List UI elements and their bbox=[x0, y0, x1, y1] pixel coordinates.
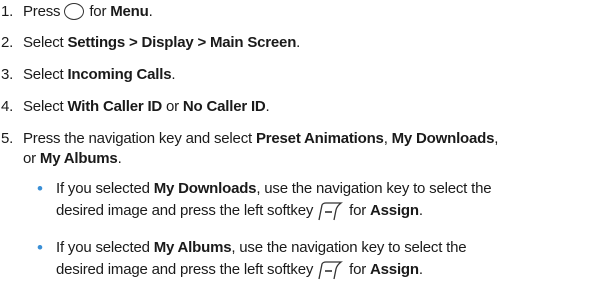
step-number: 1. bbox=[1, 3, 14, 20]
assign-label: Assign bbox=[370, 202, 419, 219]
step-text: Select bbox=[23, 98, 64, 115]
preset-animations-label: Preset Animations bbox=[255, 130, 384, 147]
no-caller-id-label: No Caller ID bbox=[182, 98, 266, 115]
bullet-dot-icon: • bbox=[37, 179, 43, 198]
circle-key-icon bbox=[64, 3, 85, 20]
menu-label: Menu bbox=[110, 3, 149, 20]
step-number: 5. bbox=[1, 130, 14, 147]
my-albums-label: My Albums bbox=[153, 239, 232, 256]
my-downloads-label: My Downloads bbox=[391, 130, 495, 147]
step-number: 4. bbox=[1, 98, 14, 115]
with-caller-id-label: With Caller ID bbox=[67, 98, 163, 115]
settings-path: Settings > Display > Main Screen bbox=[67, 34, 297, 51]
my-downloads-label: My Downloads bbox=[153, 180, 257, 197]
left-softkey-icon bbox=[318, 261, 344, 280]
bullet-dot-icon: • bbox=[37, 238, 43, 257]
left-softkey-icon bbox=[318, 202, 344, 221]
step-text: Select bbox=[23, 66, 64, 83]
incoming-calls-label: Incoming Calls bbox=[67, 66, 172, 83]
step-text: Press bbox=[23, 3, 61, 20]
step-text: Press the navigation key and select bbox=[23, 130, 252, 147]
my-albums-label: My Albums bbox=[39, 150, 118, 167]
step-text: Select bbox=[23, 34, 64, 51]
step-number: 3. bbox=[1, 66, 14, 83]
assign-label: Assign bbox=[370, 261, 419, 278]
step-number: 2. bbox=[1, 34, 14, 51]
step-text: for bbox=[89, 3, 107, 20]
